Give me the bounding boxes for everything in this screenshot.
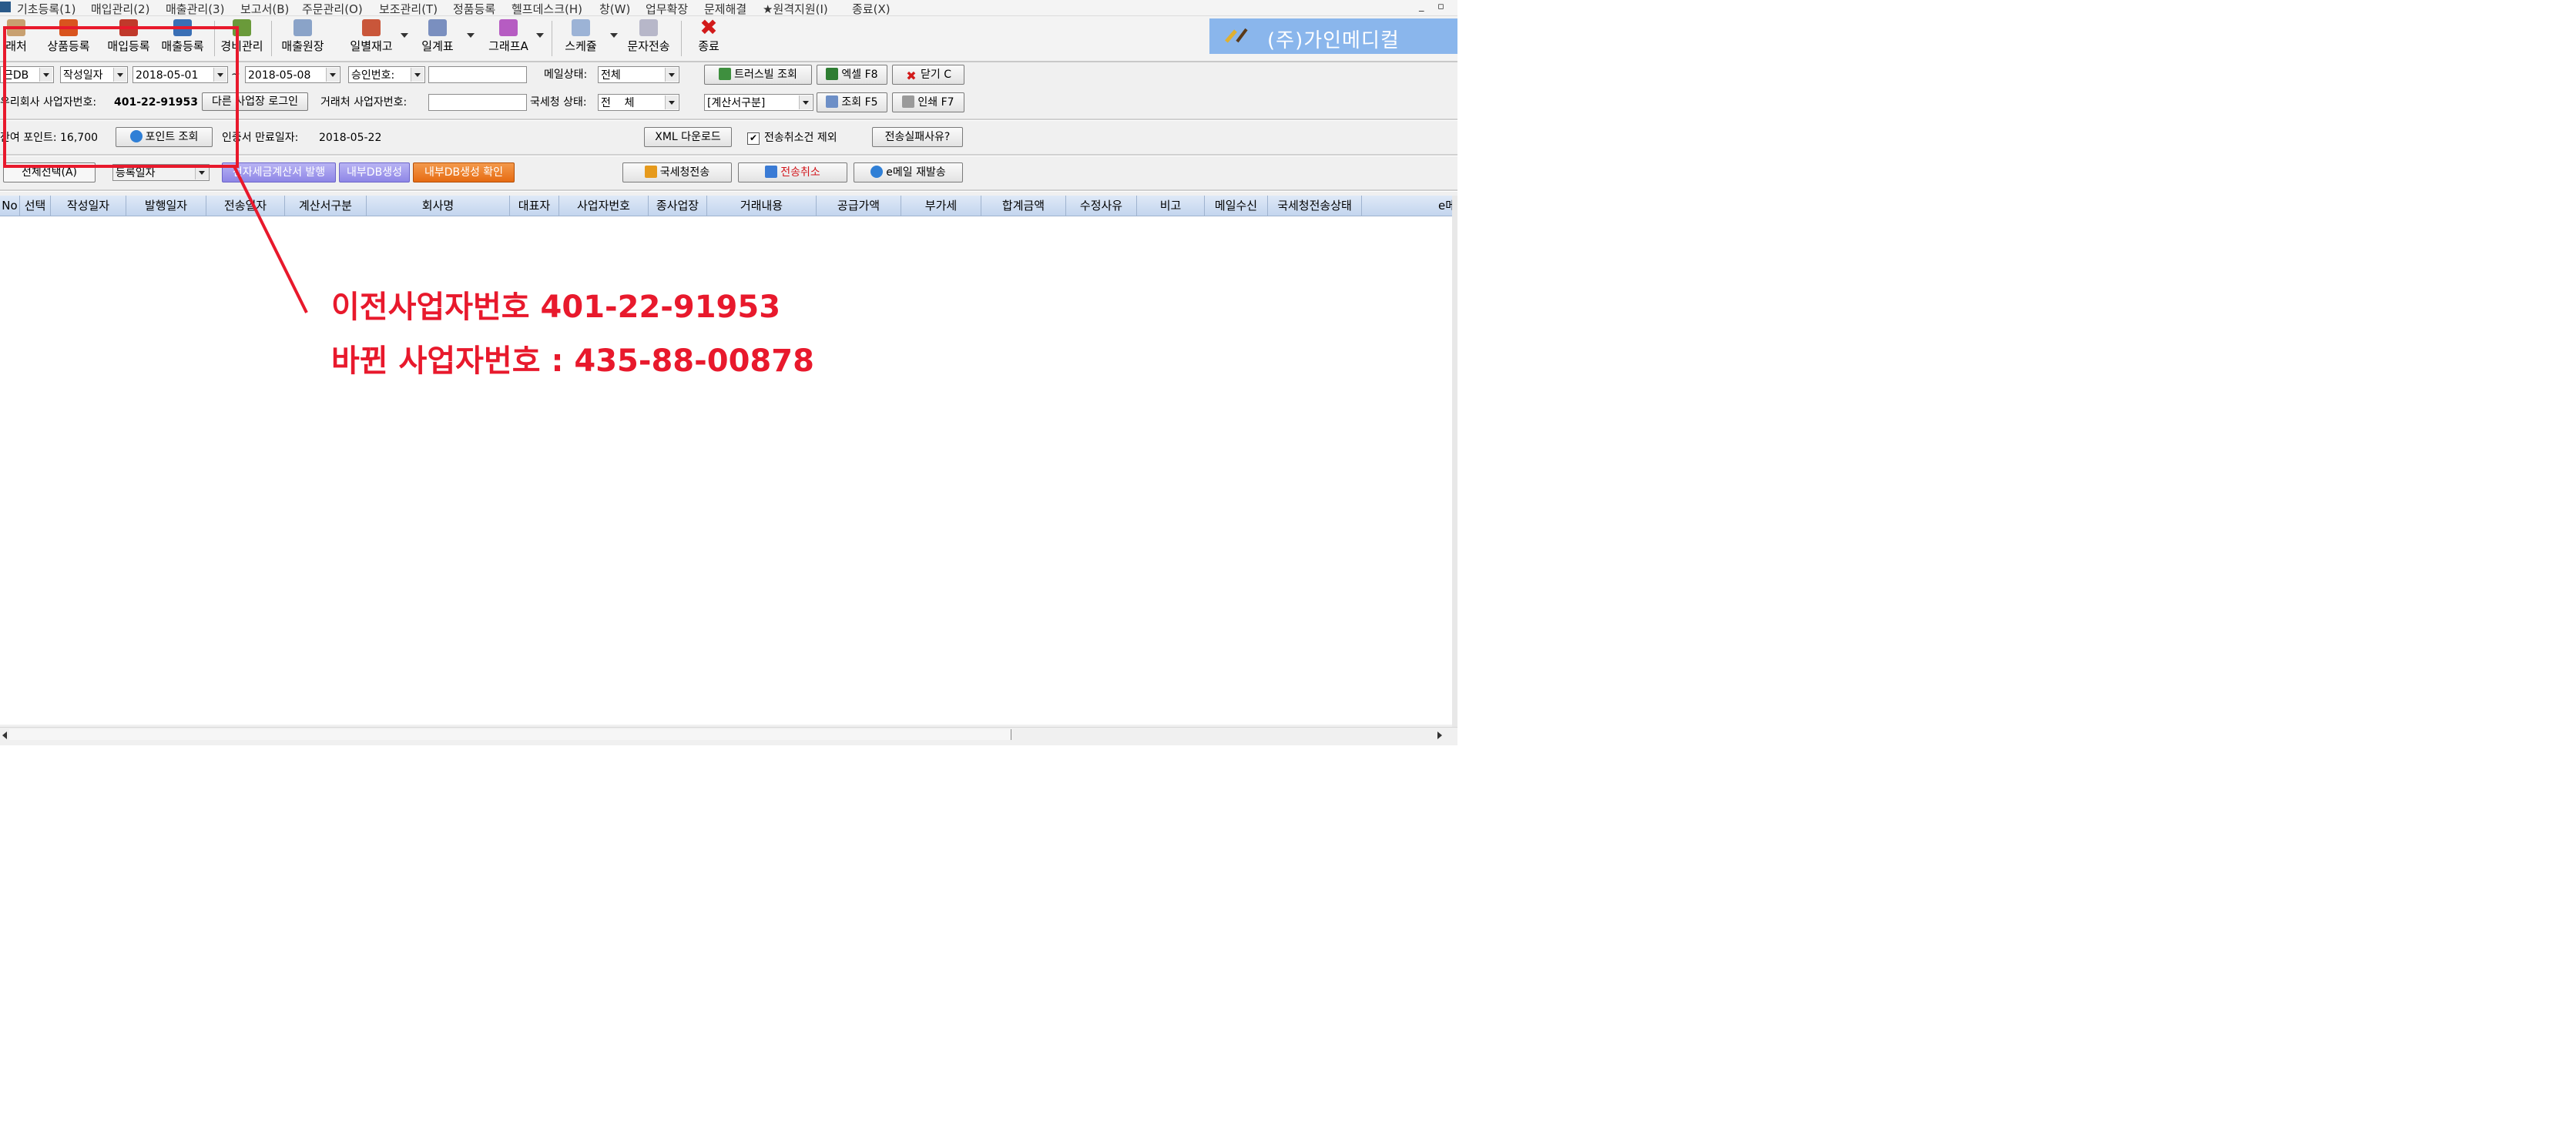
annotation-old-bizno: 이전사업자번호 401-22-91953 [331,290,781,325]
app-window: 기초등록(1) 매입관리(2) 매출관리(3) 보고서(B) 주문관리(O) 보… [0,0,1457,745]
annotation-new-bizno: 바뀐 사업자번호 : 435-88-00878 [331,343,814,379]
